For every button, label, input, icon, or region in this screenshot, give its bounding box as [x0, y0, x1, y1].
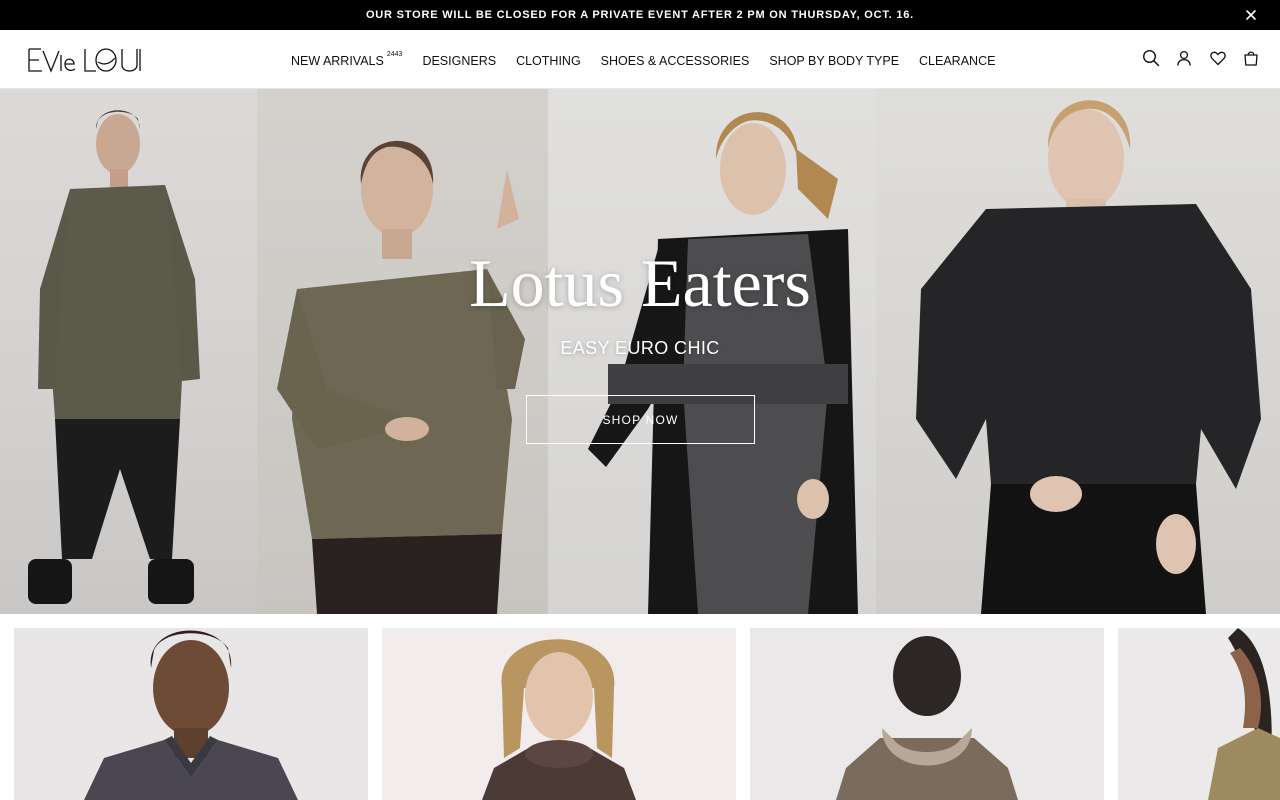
main-nav: NEW ARRIVALS 2443 DESIGNERS CLOTHING SHOE…	[281, 30, 1005, 89]
nav-new-arrivals[interactable]: NEW ARRIVALS 2443	[291, 51, 402, 68]
nav-designers[interactable]: DESIGNERS	[422, 51, 496, 68]
product-tiles-row	[0, 614, 1280, 800]
nav-clearance[interactable]: CLEARANCE	[919, 51, 995, 68]
nav-clothing[interactable]: CLOTHING	[516, 51, 581, 68]
announcement-bar: OUR STORE WILL BE CLOSED FOR A PRIVATE E…	[0, 0, 1280, 30]
search-icon[interactable]	[1142, 49, 1160, 67]
header-actions	[1126, 49, 1260, 67]
cart-bag-icon[interactable]	[1242, 49, 1260, 67]
product-tile-brown-hooded-top[interactable]	[750, 628, 1104, 800]
product-tile-tie-dye-cowl-top[interactable]	[382, 628, 736, 800]
hero-subtitle: EASY EURO CHIC	[560, 338, 720, 358]
account-icon[interactable]	[1175, 49, 1193, 67]
product-tile-olive-top[interactable]	[1118, 628, 1280, 800]
shop-now-button[interactable]: SHOP NOW	[526, 395, 755, 444]
nav-shop-by-body-type[interactable]: SHOP BY BODY TYPE	[769, 51, 899, 68]
new-arrivals-count-badge: 2443	[386, 50, 403, 58]
product-tile-charcoal-shirt[interactable]	[14, 628, 368, 800]
hero-title: Lotus Eaters	[469, 245, 811, 321]
nav-new-arrivals-label: NEW ARRIVALS	[291, 54, 384, 68]
close-icon[interactable]	[1244, 8, 1258, 22]
wishlist-heart-icon[interactable]	[1209, 49, 1227, 67]
announcement-text: OUR STORE WILL BE CLOSED FOR A PRIVATE E…	[365, 9, 915, 21]
logo[interactable]	[27, 45, 145, 75]
site-header: NEW ARRIVALS 2443 DESIGNERS CLOTHING SHOE…	[0, 30, 1280, 89]
hero-banner[interactable]: Lotus Eaters EASY EURO CHIC SHOP NOW	[0, 89, 1280, 614]
nav-shoes-accessories[interactable]: SHOES & ACCESSORIES	[601, 51, 750, 68]
